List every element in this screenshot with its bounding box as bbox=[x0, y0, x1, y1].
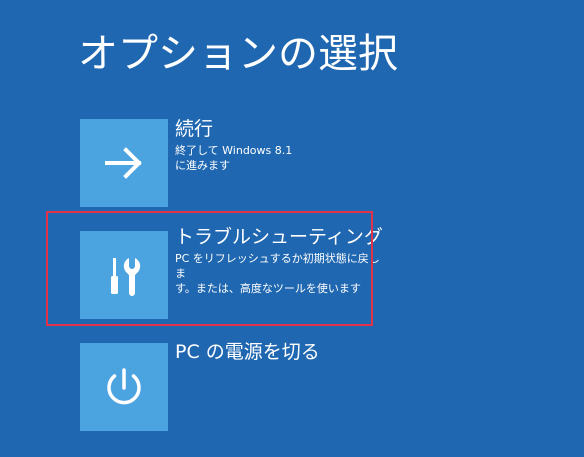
continue-label: 続行 bbox=[175, 118, 214, 140]
arrow-right-icon bbox=[105, 147, 142, 179]
continue-option[interactable]: 続行 終了して Windows 8.1 に進みます bbox=[80, 118, 380, 207]
page-title: オプションの選択 bbox=[78, 31, 398, 77]
shutdown-label: PC の電源を切る bbox=[175, 341, 320, 363]
shutdown-option[interactable]: PC の電源を切る bbox=[80, 341, 380, 431]
power-icon bbox=[107, 368, 141, 405]
continue-description: 終了して Windows 8.1 に進みます bbox=[175, 144, 293, 172]
shutdown-tile[interactable] bbox=[80, 343, 168, 431]
highlight-box bbox=[46, 211, 373, 326]
continue-tile[interactable] bbox=[80, 119, 168, 207]
